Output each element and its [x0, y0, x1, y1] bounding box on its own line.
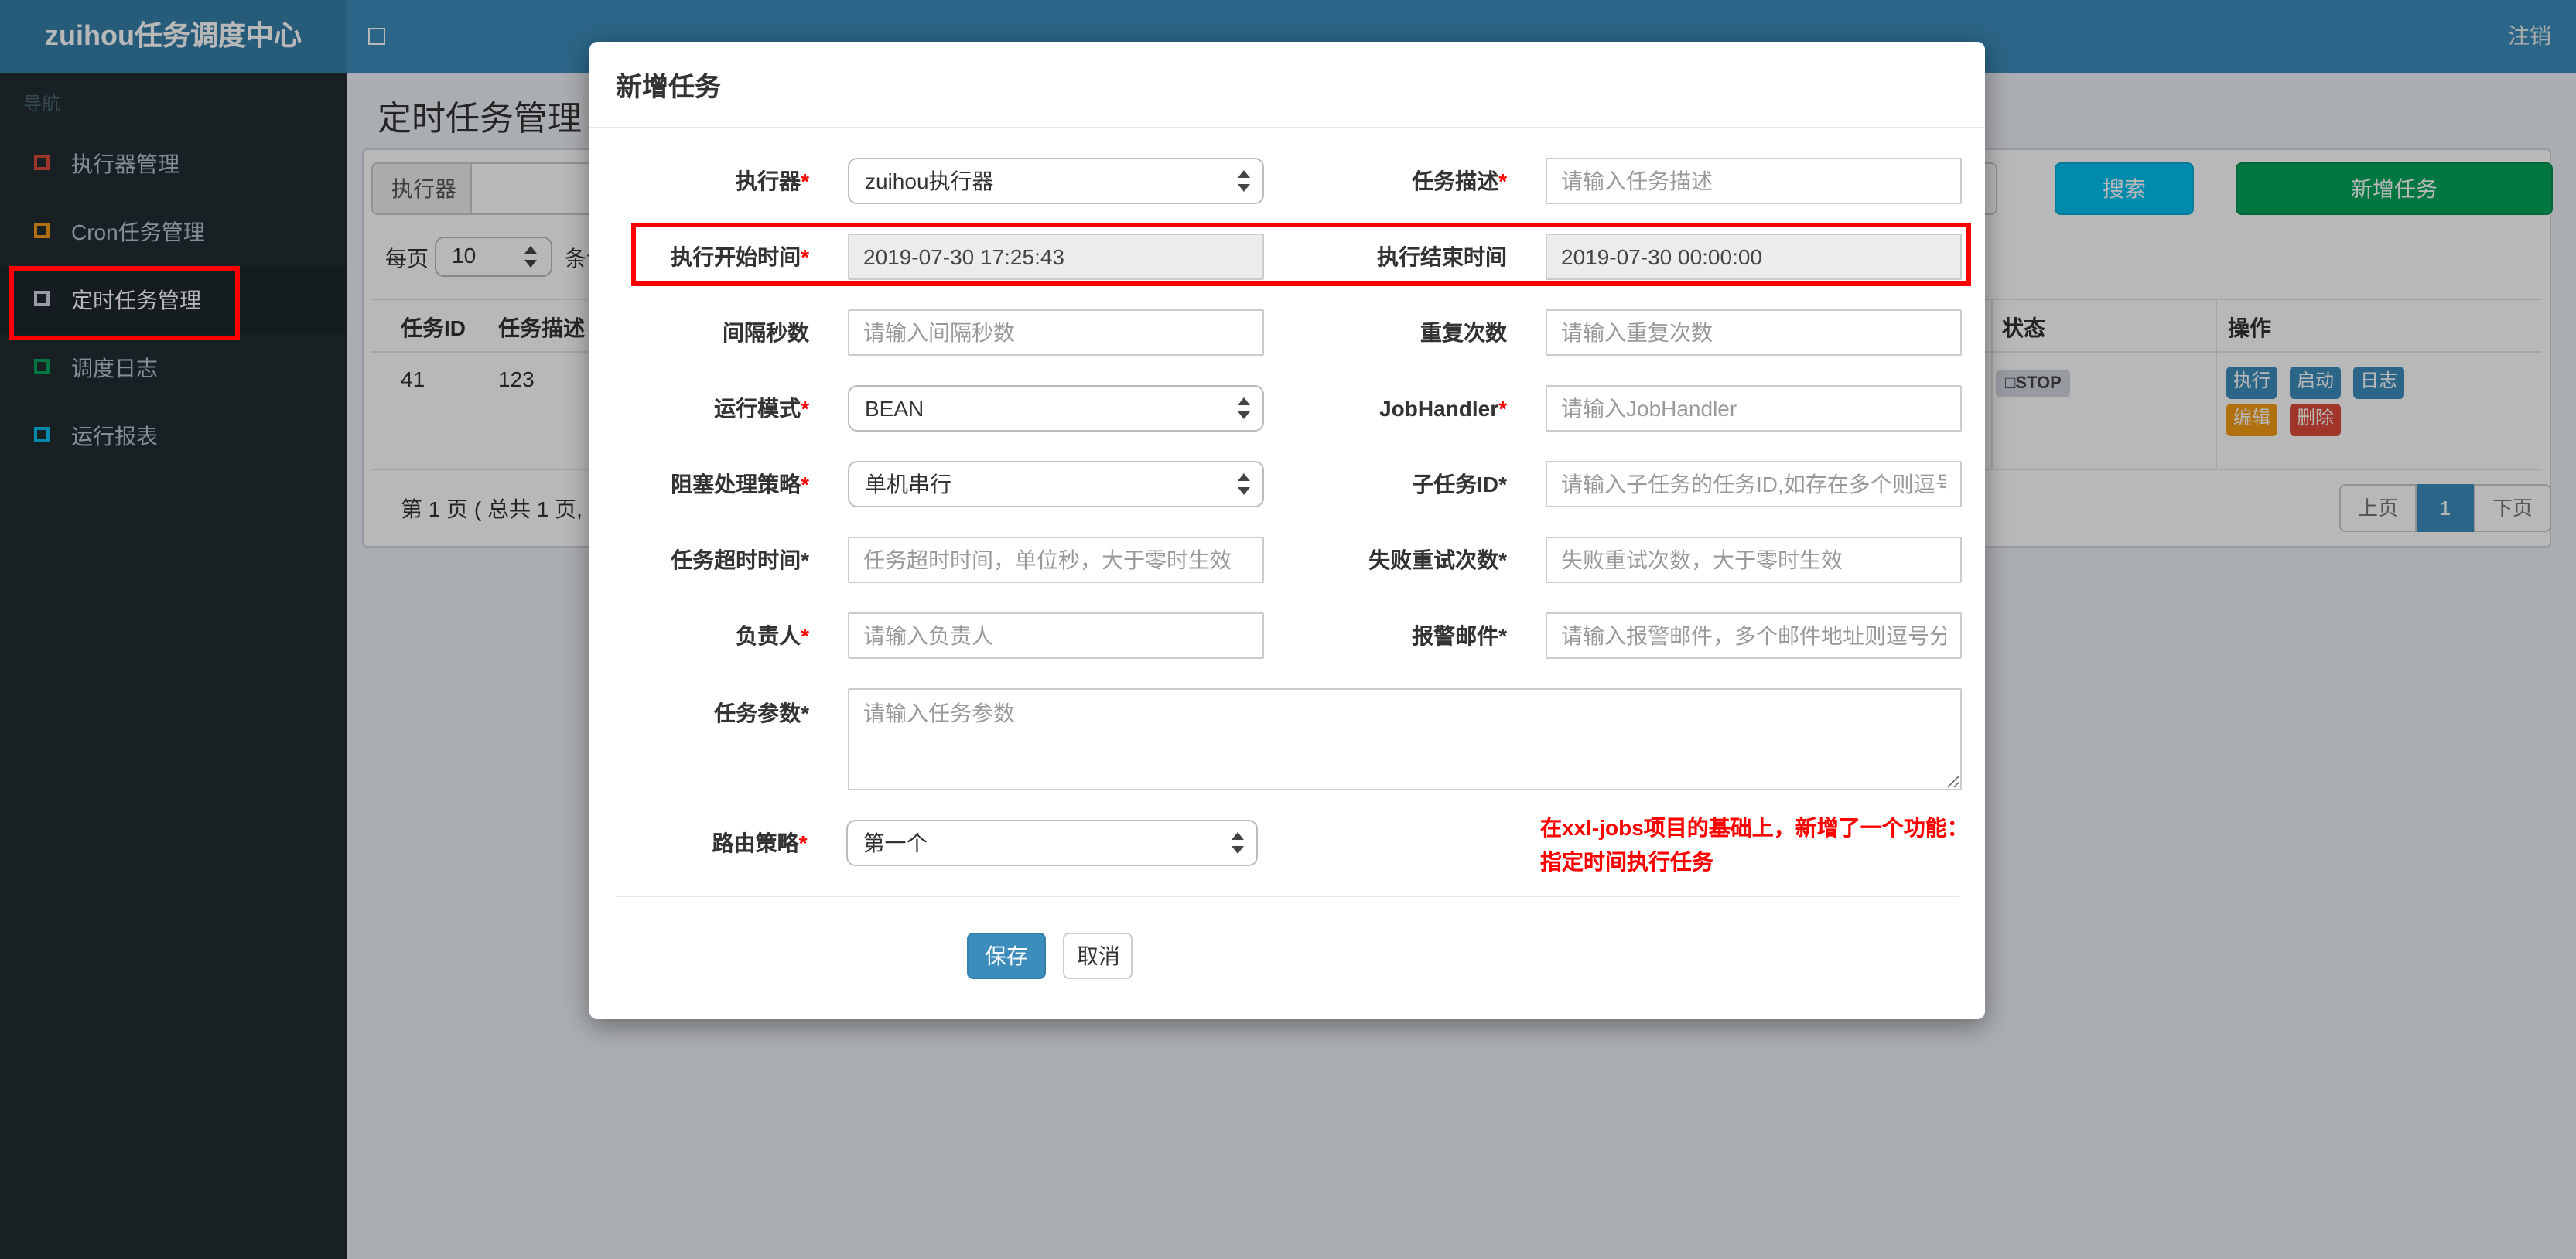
owner-input[interactable] [848, 612, 1264, 659]
alarm-email-label: 报警邮件* [1412, 623, 1507, 648]
alarm-email-input[interactable] [1546, 612, 1962, 659]
modal-footer-divider [616, 896, 1959, 897]
form-row-executor-desc: 执行器* zuihou执行器 任务描述* [589, 158, 1985, 204]
feature-note: 在xxl-jobs项目的基础上，新增了一个功能： 指定时间执行任务 [1539, 815, 1969, 874]
jobhandler-input[interactable] [1546, 385, 1962, 432]
child-task-id-label: 子任务ID* [1412, 472, 1507, 496]
select-arrows-icon [1238, 473, 1250, 495]
task-desc-input[interactable] [1546, 158, 1962, 204]
task-desc-label: 任务描述* [1412, 169, 1507, 193]
jobhandler-label: JobHandler* [1379, 396, 1507, 421]
modal-title: 新增任务 [589, 42, 1985, 128]
fail-retry-label: 失败重试次数* [1368, 548, 1507, 572]
select-arrows-icon [1238, 170, 1250, 192]
form-row-exec-time: 执行开始时间* 执行结束时间 [589, 234, 1985, 280]
run-mode-label: 运行模式* [714, 396, 809, 421]
route-strategy-select[interactable]: 第一个 [846, 820, 1259, 866]
interval-seconds-label: 间隔秒数 [723, 320, 809, 345]
save-button[interactable]: 保存 [967, 933, 1046, 979]
task-timeout-label: 任务超时时间* [671, 548, 809, 572]
form-row-interval-repeat: 间隔秒数 重复次数 [589, 309, 1985, 356]
select-arrows-icon [1238, 397, 1250, 419]
form-row-owner-email: 负责人* 报警邮件* [589, 612, 1985, 659]
exec-end-time-input[interactable] [1546, 234, 1962, 280]
cancel-button[interactable]: 取消 [1063, 933, 1133, 979]
interval-seconds-input[interactable] [848, 309, 1264, 356]
task-params-textarea[interactable] [848, 688, 1962, 790]
select-arrows-icon [1232, 832, 1245, 854]
form-row-route-strategy: 路由策略* 第一个 在xxl-jobs项目的基础上，新增了一个功能： 指定时间执… [589, 815, 1985, 874]
child-task-id-input[interactable] [1546, 461, 1962, 507]
form-row-task-params: 任务参数* [589, 688, 1985, 790]
executor-label: 执行器* [736, 169, 809, 193]
route-strategy-label: 路由策略* [712, 831, 808, 855]
fail-retry-input[interactable] [1546, 537, 1962, 583]
app-root: zuihou任务调度中心 注销 导航 执行器管理 Cron任务管理 定时任务管理… [0, 0, 2576, 1259]
form-row-runmode-handler: 运行模式* BEAN JobHandler* [589, 385, 1985, 432]
owner-label: 负责人* [736, 623, 809, 648]
add-task-modal: 新增任务 执行器* zuihou执行器 任务描述* 执行开始时间* 执行结束时间… [589, 42, 1985, 1019]
exec-start-time-label: 执行开始时间* [671, 244, 809, 269]
block-strategy-label: 阻塞处理策略* [671, 472, 809, 496]
repeat-count-label: 重复次数 [1420, 320, 1507, 345]
executor-select[interactable]: zuihou执行器 [848, 158, 1264, 204]
task-params-label: 任务参数* [714, 701, 809, 725]
repeat-count-input[interactable] [1546, 309, 1962, 356]
form-row-timeout-retry: 任务超时时间* 失败重试次数* [589, 537, 1985, 583]
exec-end-time-label: 执行结束时间 [1377, 244, 1507, 269]
exec-start-time-input[interactable] [848, 234, 1264, 280]
form-row-block-childid: 阻塞处理策略* 单机串行 子任务ID* [589, 461, 1985, 507]
run-mode-select[interactable]: BEAN [848, 385, 1264, 432]
block-strategy-select[interactable]: 单机串行 [848, 461, 1264, 507]
task-timeout-input[interactable] [848, 537, 1264, 583]
